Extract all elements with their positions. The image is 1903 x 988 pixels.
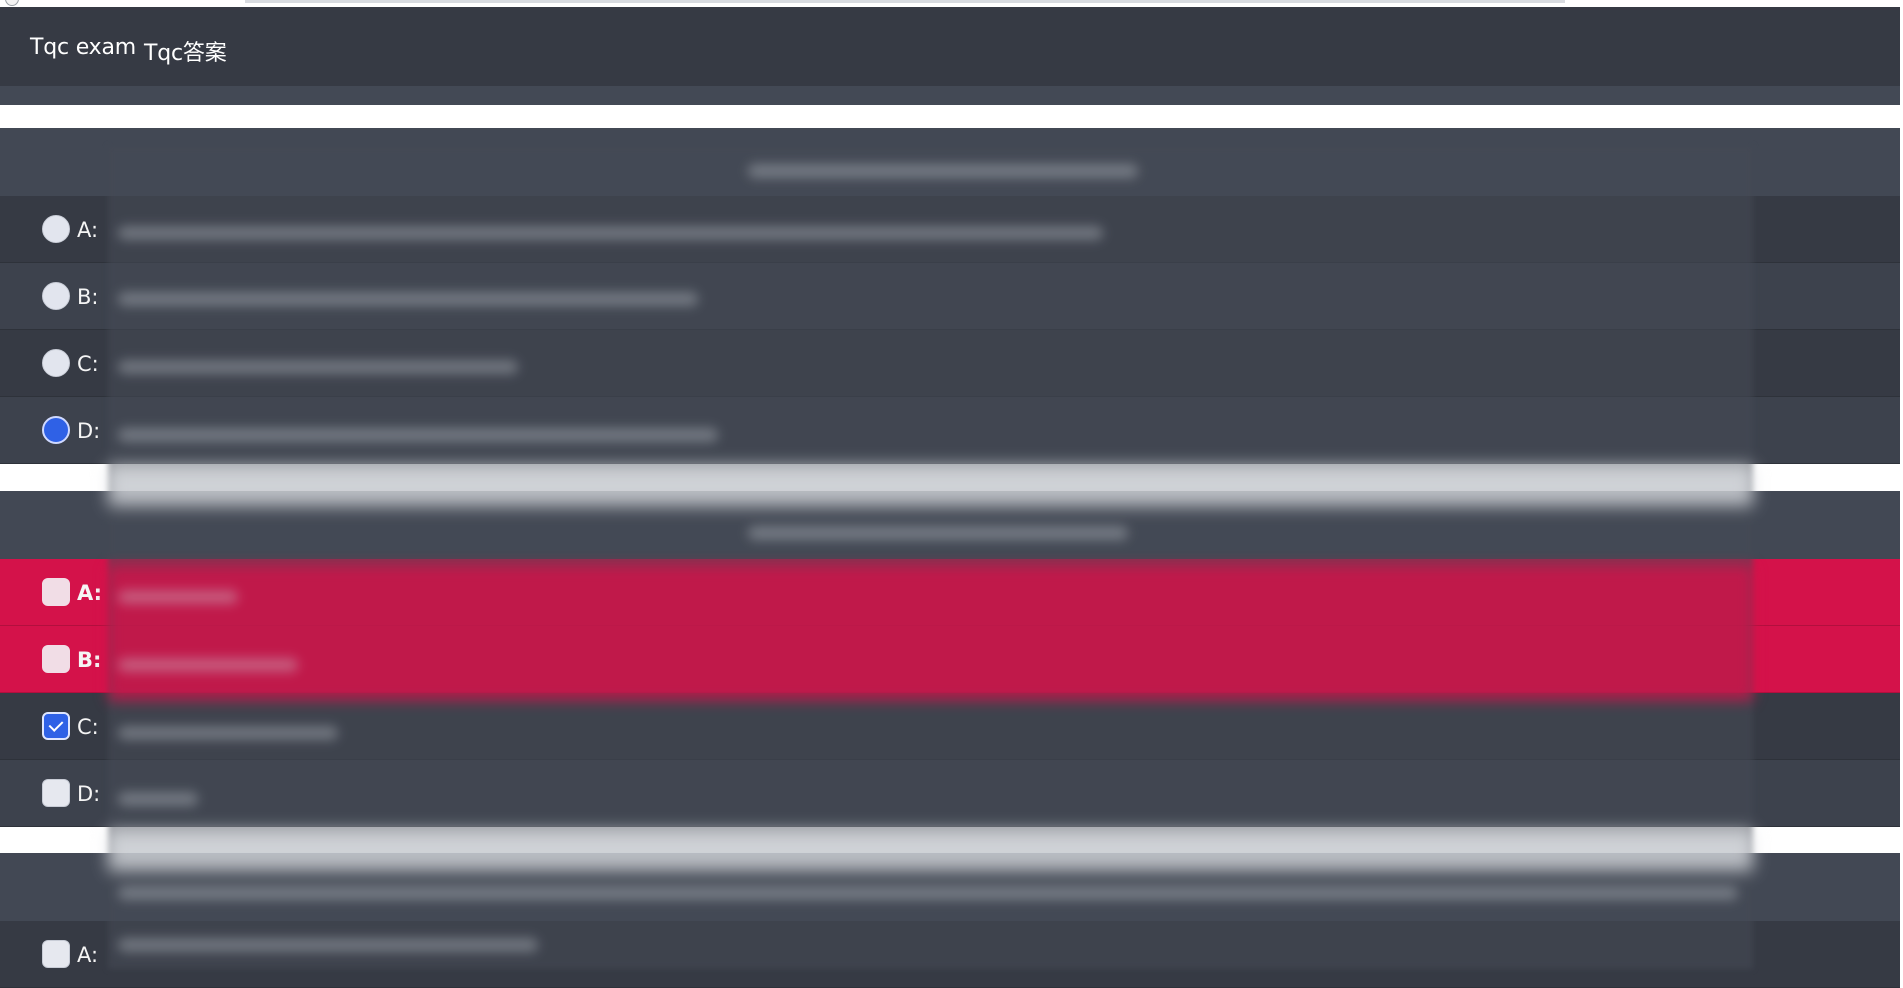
option-letter: A: xyxy=(77,581,103,605)
blurred-option-text xyxy=(118,590,238,604)
nav-link-tqc-answers[interactable]: Tqc答案 xyxy=(144,35,227,67)
blurred-question-text xyxy=(748,526,1128,540)
option-letter: C: xyxy=(77,352,99,376)
checkbox-checked[interactable] xyxy=(42,712,70,740)
sub-navbar xyxy=(0,86,1903,105)
radio-button[interactable] xyxy=(42,349,70,377)
blurred-divider xyxy=(108,831,1753,871)
nav-link-tqc-exam[interactable]: Tqc exam xyxy=(30,35,136,60)
option-letter: B: xyxy=(77,648,102,672)
blurred-question-text xyxy=(118,886,1738,900)
radio-button-selected[interactable] xyxy=(42,416,70,444)
blurred-option-text xyxy=(118,292,698,306)
radio-button[interactable] xyxy=(42,215,70,243)
browser-scroll-bar[interactable] xyxy=(245,0,1565,3)
blurred-option-text xyxy=(118,726,338,740)
blurred-question-text xyxy=(748,164,1138,178)
option-letter: A: xyxy=(77,218,99,242)
option-letter: D: xyxy=(77,782,101,806)
option-letter: A: xyxy=(77,943,99,967)
top-navbar: Tqc exam Tqc答案 xyxy=(0,7,1903,86)
checkbox[interactable] xyxy=(42,578,70,606)
checkbox[interactable] xyxy=(42,940,70,968)
blurred-option-text xyxy=(118,226,1103,240)
browser-top-strip xyxy=(0,0,1903,7)
option-letter: C: xyxy=(77,715,99,739)
browser-reload-icon[interactable] xyxy=(5,0,19,6)
blurred-divider xyxy=(108,466,1753,506)
radio-button[interactable] xyxy=(42,282,70,310)
blurred-option-text xyxy=(118,658,298,672)
checkbox[interactable] xyxy=(42,779,70,807)
blurred-option-text xyxy=(118,792,198,806)
blurred-option-text xyxy=(118,938,538,952)
blurred-wrong-rows xyxy=(108,566,1753,701)
blur-overlay xyxy=(108,146,1753,969)
checkbox[interactable] xyxy=(42,645,70,673)
blurred-option-text xyxy=(118,428,718,442)
option-letter: B: xyxy=(77,285,99,309)
option-letter: D: xyxy=(77,419,101,443)
blurred-option-text xyxy=(118,360,518,374)
